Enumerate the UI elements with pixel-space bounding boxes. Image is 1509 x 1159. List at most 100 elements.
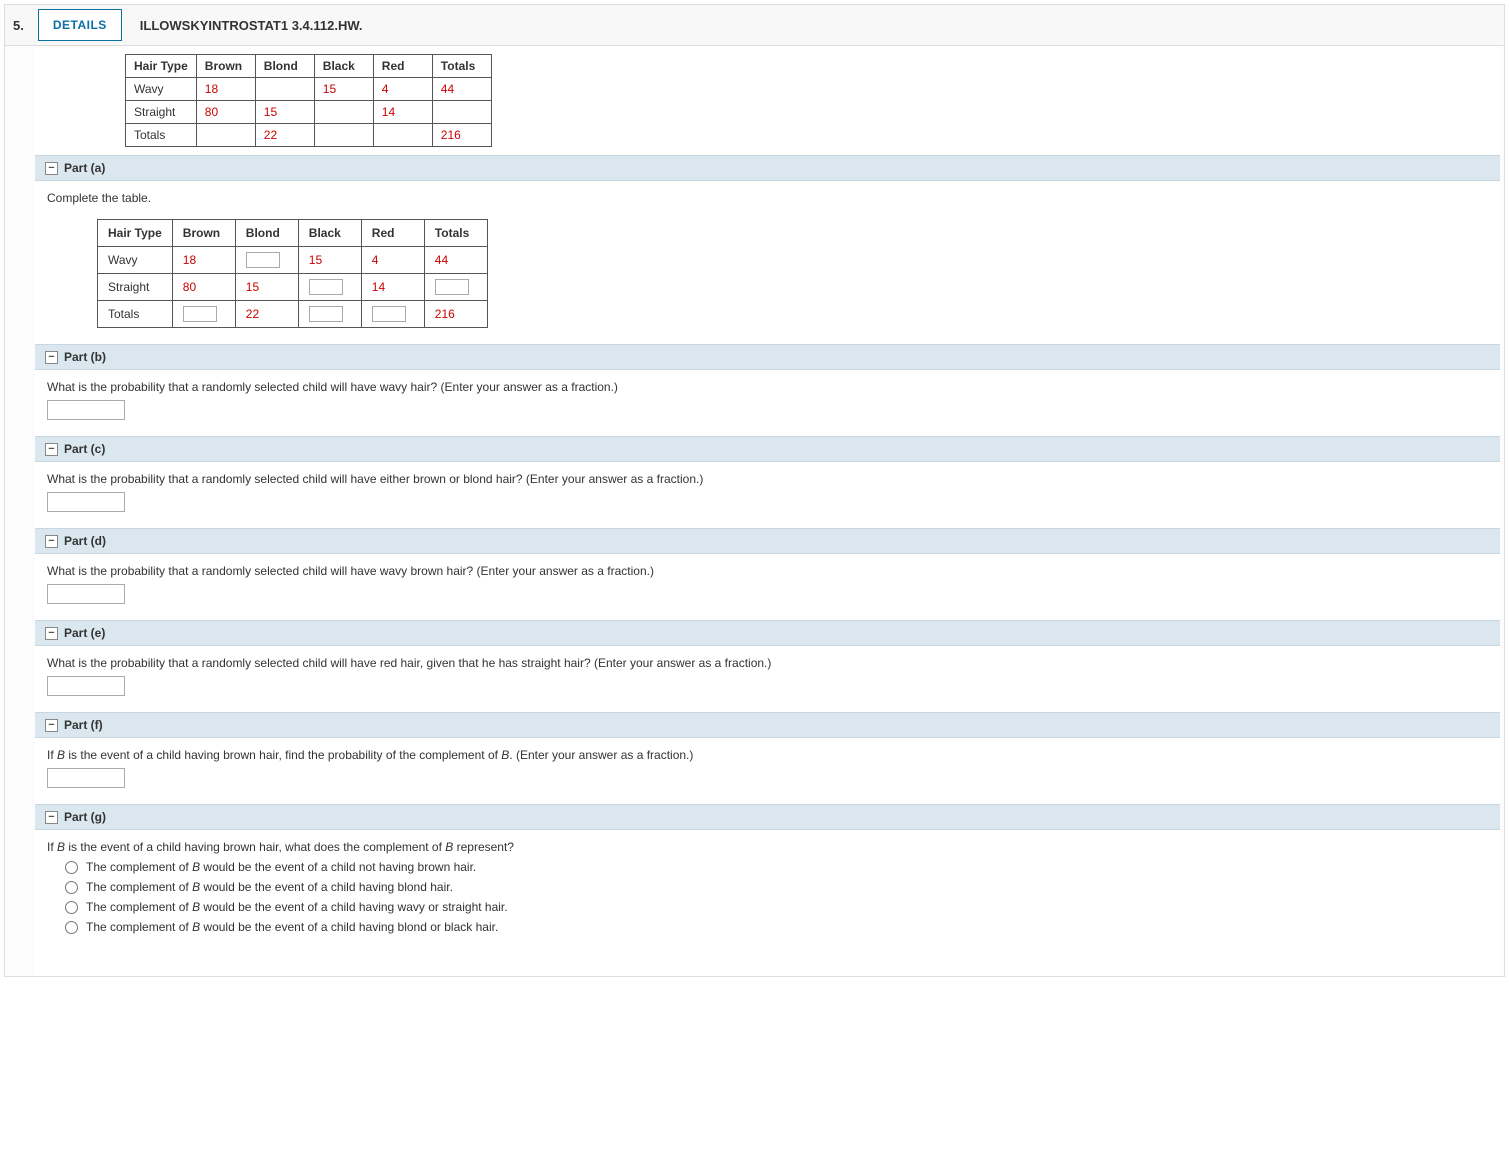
th-blond: Blond: [255, 55, 314, 78]
part-e-header[interactable]: − Part (e): [35, 620, 1500, 646]
collapse-icon: −: [45, 535, 58, 548]
part-e-input[interactable]: [47, 676, 125, 696]
cell: 14: [373, 101, 432, 124]
given-table-wrap: Hair Type Brown Blond Black Red Totals W…: [35, 46, 1500, 155]
part-f-body: If B is the event of a child having brow…: [35, 738, 1500, 804]
part-b-prompt: What is the probability that a randomly …: [47, 380, 1488, 394]
part-c-prompt: What is the probability that a randomly …: [47, 472, 1488, 486]
part-b-title: Part (b): [64, 350, 106, 364]
collapse-icon: −: [45, 719, 58, 732]
cell: 15: [298, 247, 361, 274]
table-row: Straight 80 15 14: [98, 274, 488, 301]
part-f-title: Part (f): [64, 718, 103, 732]
part-e-title: Part (e): [64, 626, 105, 640]
part-g-title: Part (g): [64, 810, 106, 824]
cell: 44: [424, 247, 487, 274]
cell: [196, 124, 255, 147]
cell: [432, 101, 491, 124]
part-g-option-3[interactable]: The complement of B would be the event o…: [65, 920, 1488, 934]
part-g-option-2[interactable]: The complement of B would be the event o…: [65, 900, 1488, 914]
question-number: 5.: [13, 18, 24, 33]
part-g-options: The complement of B would be the event o…: [47, 860, 1488, 934]
part-d-prompt: What is the probability that a randomly …: [47, 564, 1488, 578]
part-e-prompt: What is the probability that a randomly …: [47, 656, 1488, 670]
table-row: Straight 80 15 14: [126, 101, 492, 124]
row-label: Wavy: [98, 247, 173, 274]
part-c-input[interactable]: [47, 492, 125, 512]
cell: [314, 101, 373, 124]
th-totals: Totals: [424, 220, 487, 247]
part-g-body: If B is the event of a child having brow…: [35, 830, 1500, 956]
question-reference: ILLOWSKYINTROSTAT1 3.4.112.HW.: [140, 18, 363, 33]
collapse-icon: −: [45, 811, 58, 824]
collapse-icon: −: [45, 162, 58, 175]
table-header-row: Hair Type Brown Blond Black Red Totals: [126, 55, 492, 78]
part-a-header[interactable]: − Part (a): [35, 155, 1500, 181]
collapse-icon: −: [45, 627, 58, 640]
cell: [361, 301, 424, 328]
th-black: Black: [298, 220, 361, 247]
details-button[interactable]: DETAILS: [38, 9, 122, 41]
cell: 80: [172, 274, 235, 301]
th-red: Red: [361, 220, 424, 247]
cell: [424, 274, 487, 301]
part-g-header[interactable]: − Part (g): [35, 804, 1500, 830]
th-blond: Blond: [235, 220, 298, 247]
cell: [373, 124, 432, 147]
part-b-header[interactable]: − Part (b): [35, 344, 1500, 370]
part-c-title: Part (c): [64, 442, 105, 456]
cell: [298, 274, 361, 301]
cell: 44: [432, 78, 491, 101]
totals-brown-input[interactable]: [183, 306, 217, 322]
row-label: Straight: [126, 101, 197, 124]
cell: [314, 124, 373, 147]
part-g-option-1[interactable]: The complement of B would be the event o…: [65, 880, 1488, 894]
totals-red-input[interactable]: [372, 306, 406, 322]
straight-black-input[interactable]: [309, 279, 343, 295]
radio-icon: [65, 921, 78, 934]
totals-black-input[interactable]: [309, 306, 343, 322]
cell: 18: [172, 247, 235, 274]
table-row: Wavy 18 15 4 44: [98, 247, 488, 274]
part-b-body: What is the probability that a randomly …: [35, 370, 1500, 436]
th-black: Black: [314, 55, 373, 78]
th-hair-type: Hair Type: [126, 55, 197, 78]
row-label: Totals: [126, 124, 197, 147]
cell: [255, 78, 314, 101]
cell: [298, 301, 361, 328]
collapse-icon: −: [45, 443, 58, 456]
part-b-input[interactable]: [47, 400, 125, 420]
th-brown: Brown: [196, 55, 255, 78]
row-label: Straight: [98, 274, 173, 301]
part-a-table: Hair Type Brown Blond Black Red Totals W…: [97, 219, 488, 328]
part-d-header[interactable]: − Part (d): [35, 528, 1500, 554]
radio-icon: [65, 861, 78, 874]
cell: 216: [432, 124, 491, 147]
cell: 216: [424, 301, 487, 328]
table-row: Totals 22 216: [126, 124, 492, 147]
row-label: Wavy: [126, 78, 197, 101]
straight-totals-input[interactable]: [435, 279, 469, 295]
radio-icon: [65, 901, 78, 914]
table-row: Wavy 18 15 4 44: [126, 78, 492, 101]
part-d-input[interactable]: [47, 584, 125, 604]
cell: [172, 301, 235, 328]
cell: 15: [255, 101, 314, 124]
option-label: The complement of B would be the event o…: [86, 900, 508, 914]
option-label: The complement of B would be the event o…: [86, 880, 453, 894]
cell: 14: [361, 274, 424, 301]
wavy-blond-input[interactable]: [246, 252, 280, 268]
question-header: 5. DETAILS ILLOWSKYINTROSTAT1 3.4.112.HW…: [5, 5, 1504, 46]
part-f-input[interactable]: [47, 768, 125, 788]
row-label: Totals: [98, 301, 173, 328]
part-g-option-0[interactable]: The complement of B would be the event o…: [65, 860, 1488, 874]
part-f-prompt: If B is the event of a child having brow…: [47, 748, 1488, 762]
th-totals: Totals: [432, 55, 491, 78]
part-f-header[interactable]: − Part (f): [35, 712, 1500, 738]
part-c-header[interactable]: − Part (c): [35, 436, 1500, 462]
given-table: Hair Type Brown Blond Black Red Totals W…: [125, 54, 492, 147]
part-a-prompt: Complete the table.: [47, 191, 1488, 205]
question-frame: 5. DETAILS ILLOWSKYINTROSTAT1 3.4.112.HW…: [4, 4, 1505, 977]
cell: 4: [361, 247, 424, 274]
part-a-title: Part (a): [64, 161, 105, 175]
